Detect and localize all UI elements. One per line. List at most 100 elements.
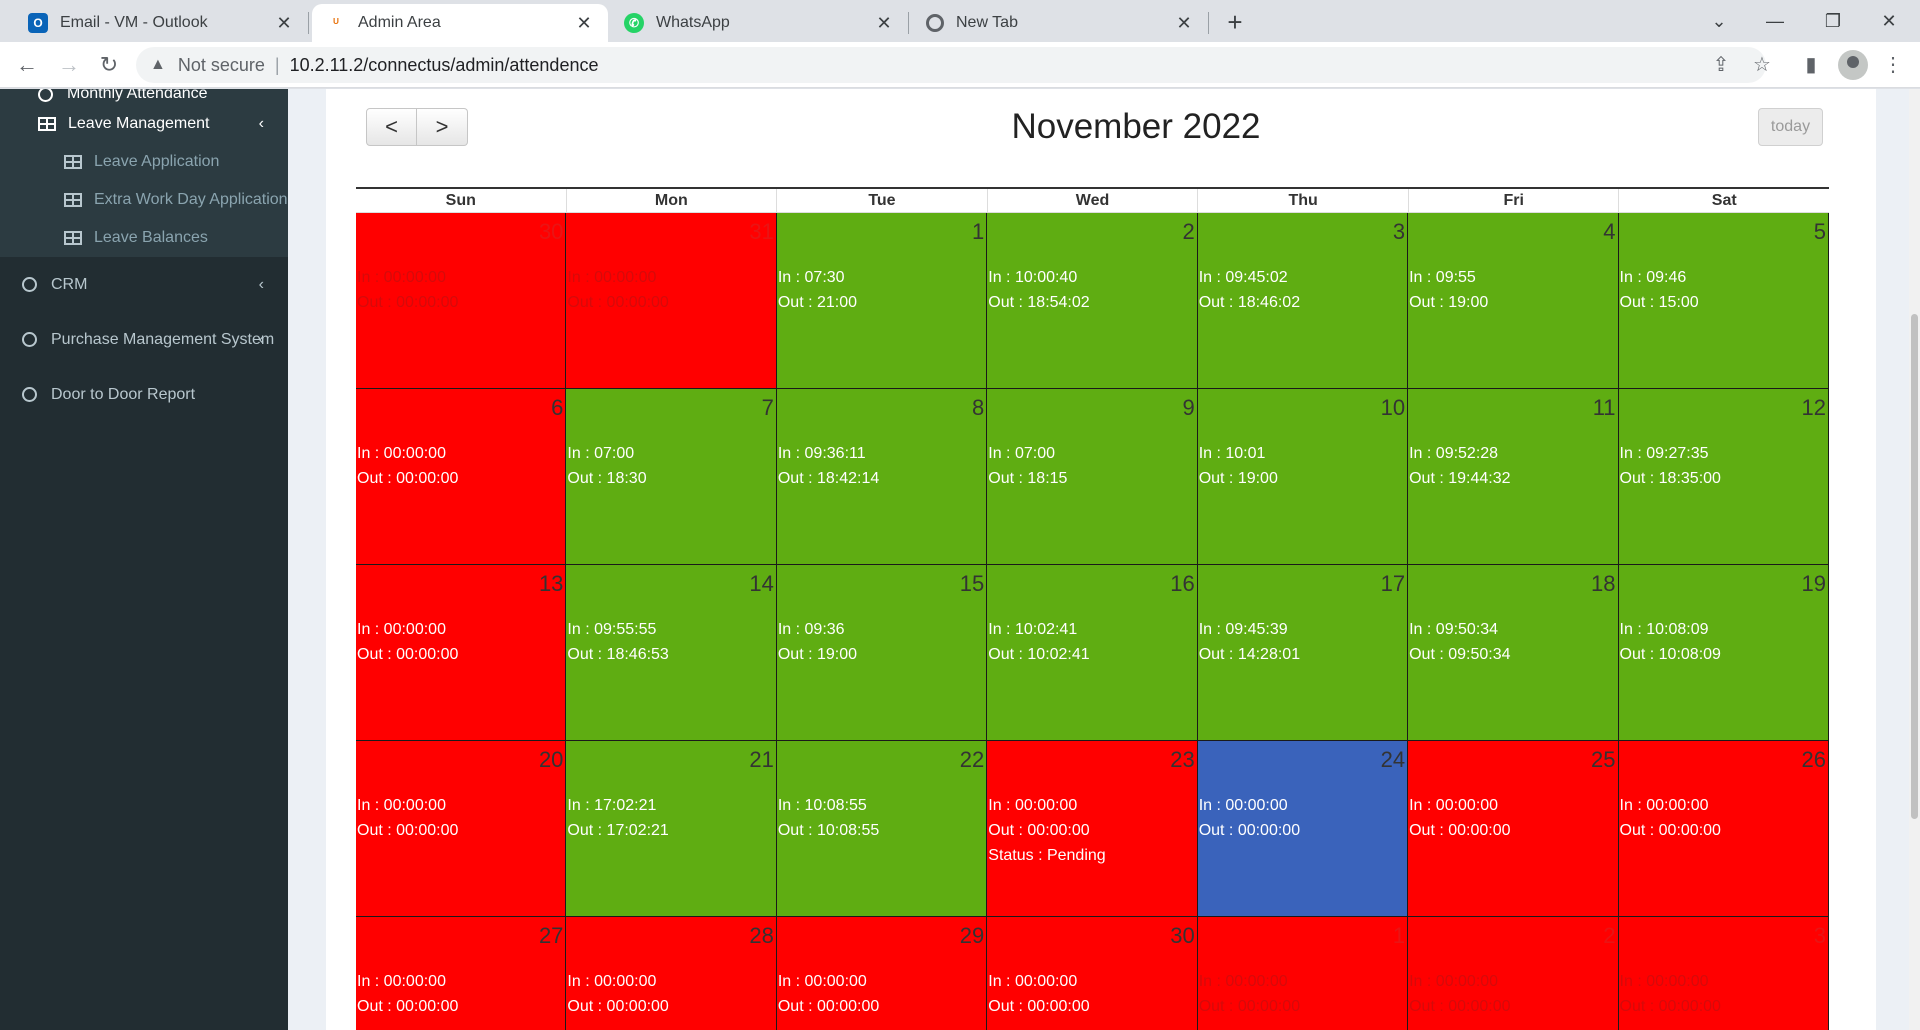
attendance-event[interactable]: In : 09:55 Out : 19:00 (1409, 265, 1488, 315)
attendance-event[interactable]: In : 00:00:00 Out : 00:00:00 (1409, 793, 1510, 843)
day-cell[interactable]: 10 In : 10:01 Out : 19:00 (1197, 389, 1409, 565)
day-number[interactable]: 21 (749, 747, 773, 773)
tab-outlook[interactable]: O Email - VM - Outlook ✕ (14, 4, 308, 42)
attendance-event[interactable]: In : 00:00:00 Out : 00:00:00 (1620, 793, 1721, 843)
profile-avatar[interactable] (1838, 50, 1868, 80)
sidebar-item-purchase-management[interactable]: Purchase Management System ‹ (0, 312, 288, 367)
day-number[interactable]: 31 (749, 219, 773, 245)
day-number[interactable]: 14 (749, 571, 773, 597)
tab-admin-area[interactable]: ᵁ Admin Area ✕ (312, 4, 608, 42)
day-cell[interactable]: 11 In : 09:52:28 Out : 19:44:32 (1408, 389, 1619, 565)
day-cell[interactable]: 3 In : 00:00:00 Out : 00:00:00 (1618, 917, 1829, 1030)
day-number[interactable]: 6 (551, 395, 563, 421)
page-scrollbar[interactable] (1909, 89, 1920, 1030)
close-tab-icon[interactable]: ✕ (874, 13, 894, 34)
day-cell[interactable]: 14 In : 09:55:55 Out : 18:46:53 (566, 565, 777, 741)
attendance-event[interactable]: In : 09:27:35 Out : 18:35:00 (1620, 441, 1721, 491)
bookmark-star-icon[interactable]: ☆ (1745, 48, 1779, 82)
day-cell[interactable]: 4 In : 09:55 Out : 19:00 (1408, 213, 1619, 389)
attendance-event[interactable]: In : 09:36 Out : 19:00 (778, 617, 857, 667)
share-icon[interactable]: ⇪ (1704, 48, 1738, 82)
attendance-event[interactable]: In : 10:08:09 Out : 10:08:09 (1620, 617, 1721, 667)
day-cell[interactable]: 5 In : 09:46 Out : 15:00 (1618, 213, 1829, 389)
day-number[interactable]: 26 (1801, 747, 1825, 773)
day-cell[interactable]: 16 In : 10:02:41 Out : 10:02:41 (987, 565, 1198, 741)
back-button[interactable]: ← (10, 48, 44, 82)
attendance-event[interactable]: In : 17:02:21 Out : 17:02:21 (567, 793, 668, 843)
day-cell[interactable]: 30 In : 00:00:00 Out : 00:00:00 (356, 213, 567, 389)
day-cell[interactable]: 20 In : 00:00:00 Out : 00:00:00 (356, 741, 567, 917)
attendance-event[interactable]: In : 09:52:28 Out : 19:44:32 (1409, 441, 1510, 491)
day-number[interactable]: 27 (539, 923, 563, 949)
attendance-event[interactable]: In : 00:00:00 Out : 00:00:00 (357, 265, 458, 315)
prev-month-button[interactable]: < (366, 108, 417, 146)
day-number[interactable]: 8 (972, 395, 984, 421)
day-cell[interactable]: 9 In : 07:00 Out : 18:15 (987, 389, 1198, 565)
day-number[interactable]: 15 (960, 571, 984, 597)
attendance-event[interactable]: In : 09:45:02 Out : 18:46:02 (1199, 265, 1300, 315)
attendance-event[interactable]: In : 07:30 Out : 21:00 (778, 265, 857, 315)
day-number[interactable]: 25 (1591, 747, 1615, 773)
attendance-event[interactable]: In : 10:00:40 Out : 18:54:02 (988, 265, 1089, 315)
day-number[interactable]: 7 (762, 395, 774, 421)
day-number[interactable]: 30 (539, 219, 563, 245)
next-month-button[interactable]: > (417, 108, 468, 146)
day-cell[interactable]: 31 In : 00:00:00 Out : 00:00:00 (566, 213, 777, 389)
day-number[interactable]: 13 (539, 571, 563, 597)
day-cell[interactable]: 28 In : 00:00:00 Out : 00:00:00 (566, 917, 777, 1030)
warning-icon[interactable]: ▲ (150, 56, 166, 74)
day-number[interactable]: 3 (1393, 219, 1405, 245)
day-number[interactable]: 18 (1591, 571, 1615, 597)
day-cell[interactable]: 30 In : 00:00:00 Out : 00:00:00 (987, 917, 1198, 1030)
day-cell[interactable]: 27 In : 00:00:00 Out : 00:00:00 (356, 917, 567, 1030)
attendance-event[interactable]: In : 00:00:00 Out : 00:00:00 (1409, 969, 1510, 1019)
day-number[interactable]: 22 (960, 747, 984, 773)
day-number[interactable]: 2 (1603, 923, 1615, 949)
attendance-event[interactable]: In : 10:08:55 Out : 10:08:55 (778, 793, 879, 843)
close-tab-icon[interactable]: ✕ (274, 13, 294, 34)
maximize-button[interactable]: ❐ (1810, 4, 1856, 38)
attendance-event[interactable]: In : 10:01 Out : 19:00 (1199, 441, 1278, 491)
tab-search-icon[interactable]: ⌄ (1696, 4, 1742, 38)
day-cell[interactable]: 1 In : 07:30 Out : 21:00 (776, 213, 988, 389)
attendance-event[interactable]: In : 09:50:34 Out : 09:50:34 (1409, 617, 1510, 667)
day-cell[interactable]: 12 In : 09:27:35 Out : 18:35:00 (1618, 389, 1829, 565)
attendance-event[interactable]: In : 00:00:00 Out : 00:00:00 (357, 793, 458, 843)
day-cell[interactable]: 22 In : 10:08:55 Out : 10:08:55 (776, 741, 988, 917)
sidebar-item-extra-work-day[interactable]: Extra Work Day Application (0, 181, 288, 219)
day-number[interactable]: 12 (1801, 395, 1825, 421)
sidebar-item-crm[interactable]: CRM ‹ (0, 257, 288, 312)
forward-button[interactable]: → (52, 48, 86, 82)
day-cell[interactable]: 26 In : 00:00:00 Out : 00:00:00 (1618, 741, 1829, 917)
tab-whatsapp[interactable]: ✆ WhatsApp ✕ (610, 4, 908, 42)
day-cell[interactable]: 3 In : 09:45:02 Out : 18:46:02 (1197, 213, 1409, 389)
attendance-event[interactable]: In : 00:00:00 Out : 00:00:00 (357, 617, 458, 667)
day-number[interactable]: 16 (1170, 571, 1194, 597)
day-number[interactable]: 24 (1381, 747, 1405, 773)
side-panel-icon[interactable]: ▮ (1794, 48, 1828, 82)
day-number[interactable]: 5 (1814, 219, 1826, 245)
attendance-event[interactable]: In : 09:46 Out : 15:00 (1620, 265, 1699, 315)
day-cell[interactable]: 13 In : 00:00:00 Out : 00:00:00 (356, 565, 567, 741)
scroll-thumb[interactable] (1911, 314, 1918, 819)
security-label[interactable]: Not secure (178, 55, 265, 76)
close-tab-icon[interactable]: ✕ (1174, 13, 1194, 34)
new-tab-button[interactable]: + (1218, 6, 1252, 40)
attendance-event[interactable]: In : 00:00:00 Out : 00:00:00 (1199, 793, 1300, 843)
attendance-event[interactable]: In : 00:00:00 Out : 00:00:00 (567, 969, 668, 1019)
minimize-button[interactable]: — (1752, 4, 1798, 38)
close-window-button[interactable]: ✕ (1866, 4, 1912, 38)
url-text[interactable]: 10.2.11.2/connectus/admin/attendence (290, 55, 599, 76)
day-cell[interactable]: 17 In : 09:45:39 Out : 14:28:01 (1197, 565, 1409, 741)
attendance-event[interactable]: In : 09:55:55 Out : 18:46:53 (567, 617, 668, 667)
day-cell[interactable]: 21 In : 17:02:21 Out : 17:02:21 (566, 741, 777, 917)
today-button[interactable]: today (1758, 108, 1823, 146)
address-bar[interactable]: ▲ Not secure | 10.2.11.2/connectus/admin… (136, 47, 1766, 83)
day-number[interactable]: 9 (1182, 395, 1194, 421)
day-number[interactable]: 23 (1170, 747, 1194, 773)
attendance-event[interactable]: In : 09:36:11 Out : 18:42:14 (778, 441, 879, 491)
attendance-event[interactable]: In : 00:00:00 Out : 00:00:00 (567, 265, 668, 315)
sidebar-item-monthly-attendance[interactable]: Monthly Attendance (0, 89, 288, 105)
attendance-event[interactable]: In : 00:00:00 Out : 00:00:00 (1199, 969, 1300, 1019)
day-cell[interactable]: 8 In : 09:36:11 Out : 18:42:14 (776, 389, 988, 565)
